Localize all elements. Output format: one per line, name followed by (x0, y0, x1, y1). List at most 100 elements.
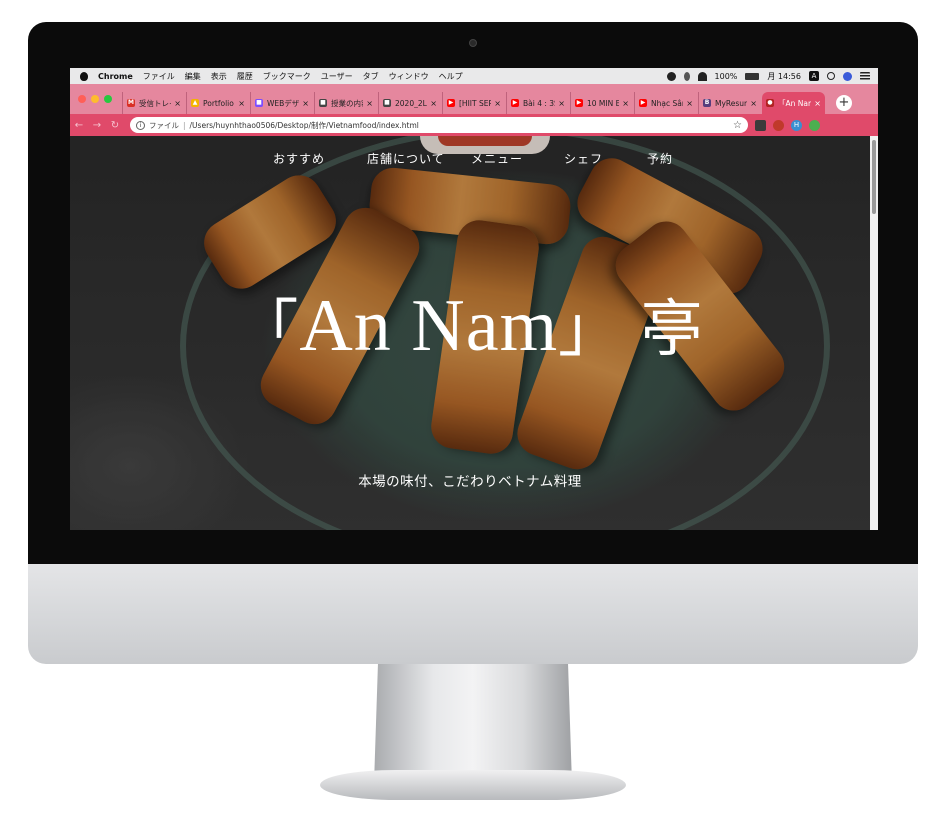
notification-center-icon[interactable] (860, 72, 870, 80)
menu-window[interactable]: ウィンドウ (389, 71, 429, 82)
nav-reservation[interactable]: 予約 (647, 150, 673, 167)
nav-chef[interactable]: シェフ (564, 150, 603, 167)
tab-title: 「An Nam (778, 98, 811, 108)
creative-cloud-icon[interactable] (666, 71, 676, 81)
tab-title: 2020_2L (395, 98, 427, 108)
menu-tab[interactable]: タブ (363, 71, 379, 82)
menu-file[interactable]: ファイル (143, 71, 175, 82)
app-name[interactable]: Chrome (98, 72, 133, 81)
nav-recommend[interactable]: おすすめ (273, 150, 325, 167)
url-text[interactable]: /Users/huynhthao0506/Desktop/制作/Vietnamf… (190, 120, 734, 131)
extension-icon[interactable] (755, 119, 766, 131)
monitor-foot (320, 770, 626, 800)
tab-close-icon[interactable]: × (558, 99, 565, 108)
address-bar[interactable]: i ファイル | /Users/huynhthao0506/Desktop/制作… (130, 117, 748, 133)
battery-icon[interactable] (745, 72, 760, 80)
tab-title: 授業の内容 (331, 98, 363, 108)
tab-title: Nhạc Sân (651, 98, 684, 108)
tab[interactable]: ▲ Portfolio × (186, 92, 249, 114)
tab-close-icon[interactable]: × (366, 99, 373, 108)
extension-puzzle-icon[interactable] (773, 119, 784, 131)
tab-favicon-icon: ■ (255, 99, 263, 107)
forward-icon[interactable]: → (88, 120, 106, 131)
input-mode-indicator[interactable]: A (809, 71, 819, 81)
camera-icon (469, 39, 477, 47)
site-nav: おすすめ 店舗について メニュー シェフ 予約 (70, 150, 870, 174)
menu-edit[interactable]: 編集 (185, 71, 201, 82)
back-icon[interactable]: ← (70, 120, 88, 131)
tab-close-icon[interactable]: × (302, 99, 309, 108)
title-bracket-open: 「 (236, 292, 300, 365)
tab-favicon-icon: ▶ (447, 99, 455, 107)
tab-favicon-icon: ● (766, 99, 774, 107)
tab-title: [HIIT SER (459, 98, 492, 108)
tab-title: Bài 4 : 3S (523, 98, 556, 108)
tab-close-icon[interactable]: × (814, 99, 821, 108)
tab-close-icon[interactable]: × (686, 99, 693, 108)
browser-tab-strip: M受信トレイ×▲Portfolio×■WEBデザ×■授業の内容×■2020_2L… (70, 84, 878, 114)
tab-favicon-icon: B (703, 99, 711, 107)
wifi-icon[interactable] (697, 71, 707, 81)
nav-about[interactable]: 店舗について (367, 150, 445, 167)
bookmark-star-icon[interactable]: ☆ (733, 120, 742, 131)
tab-close-icon[interactable]: × (622, 99, 629, 108)
screen: Chrome ファイル 編集 表示 履歴 ブックマーク ユーザー タブ ウィンド… (70, 68, 878, 530)
tab[interactable]: M 受信トレイ× (122, 92, 185, 114)
tab-favicon-icon: ▶ (511, 99, 519, 107)
tab-list: M受信トレイ×▲Portfolio×■WEBデザ×■授業の内容×■2020_2L… (122, 92, 826, 114)
menu-history[interactable]: 履歴 (237, 71, 253, 82)
tab[interactable]: ▶ Bài 4 : 3S × (506, 92, 569, 114)
tab-close-icon[interactable]: × (494, 99, 501, 108)
tab[interactable]: ▶ Nhạc Sân × (634, 92, 697, 114)
monitor-chin (28, 564, 918, 664)
site-tagline: 本場の味付、こだわりベトナム料理 (358, 474, 582, 490)
tab-favicon-icon: ■ (383, 99, 391, 107)
extension-green-icon[interactable] (809, 119, 820, 131)
title-name: An Nam (299, 285, 559, 367)
tab-favicon-icon: ▶ (639, 99, 647, 107)
tab[interactable]: ■ 2020_2L × (378, 92, 441, 114)
imac-mockup: Chrome ファイル 編集 表示 履歴 ブックマーク ユーザー タブ ウィンド… (0, 0, 945, 825)
siri-icon[interactable] (843, 71, 852, 81)
tab[interactable]: ■ WEBデザ × (250, 92, 313, 114)
tab[interactable]: ▶ [HIIT SER × (442, 92, 505, 114)
tab[interactable]: ■ 授業の内容× (314, 92, 377, 114)
search-icon[interactable] (827, 72, 835, 80)
browser-toolbar: ← → ↻ i ファイル | /Users/huynhthao0506/Desk… (70, 114, 878, 136)
info-icon[interactable]: i (136, 120, 145, 130)
tab-close-icon[interactable]: × (174, 99, 181, 108)
bluetooth-icon[interactable] (683, 71, 690, 81)
tab-close-icon[interactable]: × (238, 99, 245, 108)
battery-level[interactable]: 100% (715, 72, 738, 81)
menu-help[interactable]: ヘルプ (439, 71, 463, 82)
zoom-window-button[interactable] (104, 95, 112, 103)
url-scheme-label: ファイル (149, 120, 179, 130)
url-separator: | (183, 120, 186, 130)
page-scrollbar[interactable] (870, 136, 878, 530)
tab-close-icon[interactable]: × (430, 99, 437, 108)
reload-icon[interactable]: ↻ (106, 120, 124, 131)
window-controls (70, 95, 122, 114)
menu-bookmarks[interactable]: ブックマーク (263, 71, 311, 82)
nav-menu[interactable]: メニュー (471, 150, 523, 167)
tab-title: 10 MIN E (587, 98, 620, 108)
close-window-button[interactable] (78, 95, 86, 103)
tab-title: WEBデザ (267, 98, 300, 108)
tab[interactable]: ▶ 10 MIN E × (570, 92, 633, 114)
clock[interactable]: 月 14:56 (767, 71, 801, 82)
tab-favicon-icon: ▲ (191, 99, 199, 107)
site-title: 「An Nam」 亭 (70, 278, 870, 369)
profile-avatar[interactable]: H (791, 119, 802, 131)
apple-icon[interactable] (80, 71, 88, 81)
tab-title: 受信トレイ (139, 98, 171, 108)
tab-active[interactable]: ● 「An Nam× (762, 92, 825, 114)
scrollbar-thumb[interactable] (872, 140, 876, 214)
tab-close-icon[interactable]: × (750, 99, 757, 108)
tab[interactable]: B MyResum× (698, 92, 761, 114)
menu-view[interactable]: 表示 (211, 71, 227, 82)
minimize-window-button[interactable] (91, 95, 99, 103)
menu-user[interactable]: ユーザー (321, 71, 353, 82)
tab-favicon-icon: ■ (319, 99, 327, 107)
new-tab-button[interactable]: + (836, 95, 852, 111)
title-kanji: 亭 (640, 292, 704, 365)
